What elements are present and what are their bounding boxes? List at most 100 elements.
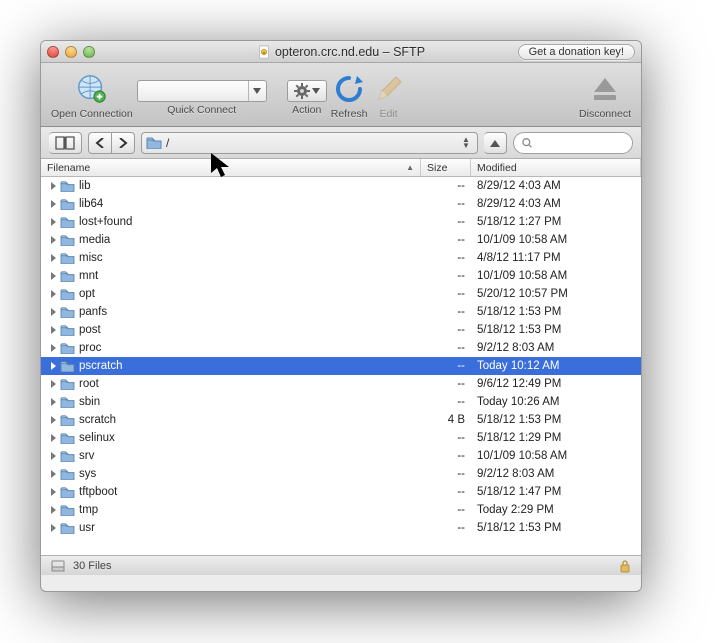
bookmarks-button[interactable] (49, 132, 82, 154)
search-icon (522, 137, 532, 149)
stepper-icon[interactable]: ▲▼ (459, 137, 473, 149)
refresh-icon (332, 72, 366, 106)
file-size: -- (421, 270, 471, 282)
file-name: proc (79, 342, 101, 354)
zoom-icon[interactable] (83, 46, 95, 58)
quick-connect-combo[interactable] (137, 80, 267, 102)
refresh-button[interactable]: Refresh (331, 72, 368, 120)
file-name: tmp (79, 504, 98, 516)
table-row[interactable]: sbin -- Today 10:26 AM (41, 393, 641, 411)
file-modified: Today 10:26 AM (471, 396, 641, 408)
disclosure-icon[interactable] (51, 452, 56, 460)
table-row[interactable]: tmp -- Today 2:29 PM (41, 501, 641, 519)
file-name: root (79, 378, 99, 390)
table-row[interactable]: misc -- 4/8/12 11:17 PM (41, 249, 641, 267)
minimize-icon[interactable] (65, 46, 77, 58)
file-modified: 5/20/12 10:57 PM (471, 288, 641, 300)
file-modified: 9/6/12 12:49 PM (471, 378, 641, 390)
disclosure-icon[interactable] (51, 506, 56, 514)
disclosure-icon[interactable] (51, 380, 56, 388)
file-size: -- (421, 522, 471, 534)
disclosure-icon[interactable] (51, 326, 56, 334)
table-row[interactable]: scratch 4 B 5/18/12 1:53 PM (41, 411, 641, 429)
chevron-down-icon[interactable] (248, 81, 266, 101)
folder-icon (60, 288, 75, 300)
folder-icon (60, 198, 75, 210)
folder-icon (60, 522, 75, 534)
titlebar: opteron.crc.nd.edu – SFTP Get a donation… (41, 41, 641, 63)
chevron-up-icon (490, 139, 500, 147)
disclosure-icon[interactable] (51, 218, 56, 226)
table-row[interactable]: root -- 9/6/12 12:49 PM (41, 375, 641, 393)
folder-icon (60, 378, 75, 390)
column-filename[interactable]: Filename ▲ (41, 159, 421, 176)
search-input[interactable] (536, 137, 624, 149)
disclosure-icon[interactable] (51, 434, 56, 442)
disclosure-icon[interactable] (51, 272, 56, 280)
disclosure-icon[interactable] (51, 290, 56, 298)
table-row[interactable]: sys -- 9/2/12 8:03 AM (41, 465, 641, 483)
book-icon (55, 136, 75, 150)
table-row[interactable]: lib64 -- 8/29/12 4:03 AM (41, 195, 641, 213)
table-row[interactable]: proc -- 9/2/12 8:03 AM (41, 339, 641, 357)
table-row[interactable]: usr -- 5/18/12 1:53 PM (41, 519, 641, 537)
disclosure-icon[interactable] (51, 344, 56, 352)
file-size: -- (421, 198, 471, 210)
disclosure-icon[interactable] (51, 254, 56, 262)
folder-icon (60, 324, 75, 336)
action-button[interactable]: Action (287, 76, 327, 116)
path-combo[interactable]: / ▲▼ (141, 132, 478, 154)
close-icon[interactable] (47, 46, 59, 58)
file-name: tftpboot (79, 486, 117, 498)
nav-back-button[interactable] (88, 132, 112, 154)
donation-button[interactable]: Get a donation key! (518, 44, 635, 60)
file-name: panfs (79, 306, 107, 318)
disclosure-icon[interactable] (51, 200, 56, 208)
file-size: -- (421, 378, 471, 390)
file-size: 4 B (421, 414, 471, 426)
table-row[interactable]: panfs -- 5/18/12 1:53 PM (41, 303, 641, 321)
file-size: -- (421, 252, 471, 264)
file-name: lib64 (79, 198, 103, 210)
gear-icon (294, 83, 310, 99)
table-row[interactable]: selinux -- 5/18/12 1:29 PM (41, 429, 641, 447)
table-row[interactable]: lib -- 8/29/12 4:03 AM (41, 177, 641, 195)
column-modified[interactable]: Modified (471, 159, 641, 176)
file-name: media (79, 234, 110, 246)
quick-connect-input[interactable] (138, 85, 248, 97)
disconnect-button[interactable]: Disconnect (579, 72, 631, 120)
table-row[interactable]: tftpboot -- 5/18/12 1:47 PM (41, 483, 641, 501)
file-name: lib (79, 180, 91, 192)
open-connection-button[interactable]: Open Connection (51, 72, 133, 120)
disclosure-icon[interactable] (51, 470, 56, 478)
file-modified: 5/18/12 1:53 PM (471, 414, 641, 426)
table-row[interactable]: opt -- 5/20/12 10:57 PM (41, 285, 641, 303)
disclosure-icon[interactable] (51, 182, 56, 190)
file-listing[interactable]: lib -- 8/29/12 4:03 AM lib64 -- 8/29/12 … (41, 177, 641, 555)
disclosure-icon[interactable] (51, 236, 56, 244)
disclosure-icon[interactable] (51, 308, 56, 316)
disclosure-icon[interactable] (51, 398, 56, 406)
disclosure-icon[interactable] (51, 362, 56, 370)
disclosure-icon[interactable] (51, 416, 56, 424)
up-button[interactable] (484, 132, 507, 154)
table-row[interactable]: srv -- 10/1/09 10:58 AM (41, 447, 641, 465)
table-row[interactable]: lost+found -- 5/18/12 1:27 PM (41, 213, 641, 231)
table-row[interactable]: post -- 5/18/12 1:53 PM (41, 321, 641, 339)
nav-forward-button[interactable] (112, 132, 135, 154)
drawer-icon[interactable] (51, 560, 65, 572)
table-row[interactable]: media -- 10/1/09 10:58 AM (41, 231, 641, 249)
file-size: -- (421, 180, 471, 192)
table-row[interactable]: pscratch -- Today 10:12 AM (41, 357, 641, 375)
column-size[interactable]: Size (421, 159, 471, 176)
folder-icon (60, 396, 75, 408)
folder-icon (60, 252, 75, 264)
folder-icon (60, 450, 75, 462)
search-field[interactable] (513, 132, 633, 154)
file-modified: 5/18/12 1:47 PM (471, 486, 641, 498)
traffic-lights (47, 46, 95, 58)
disclosure-icon[interactable] (51, 524, 56, 532)
file-modified: 8/29/12 4:03 AM (471, 198, 641, 210)
table-row[interactable]: mnt -- 10/1/09 10:58 AM (41, 267, 641, 285)
disclosure-icon[interactable] (51, 488, 56, 496)
